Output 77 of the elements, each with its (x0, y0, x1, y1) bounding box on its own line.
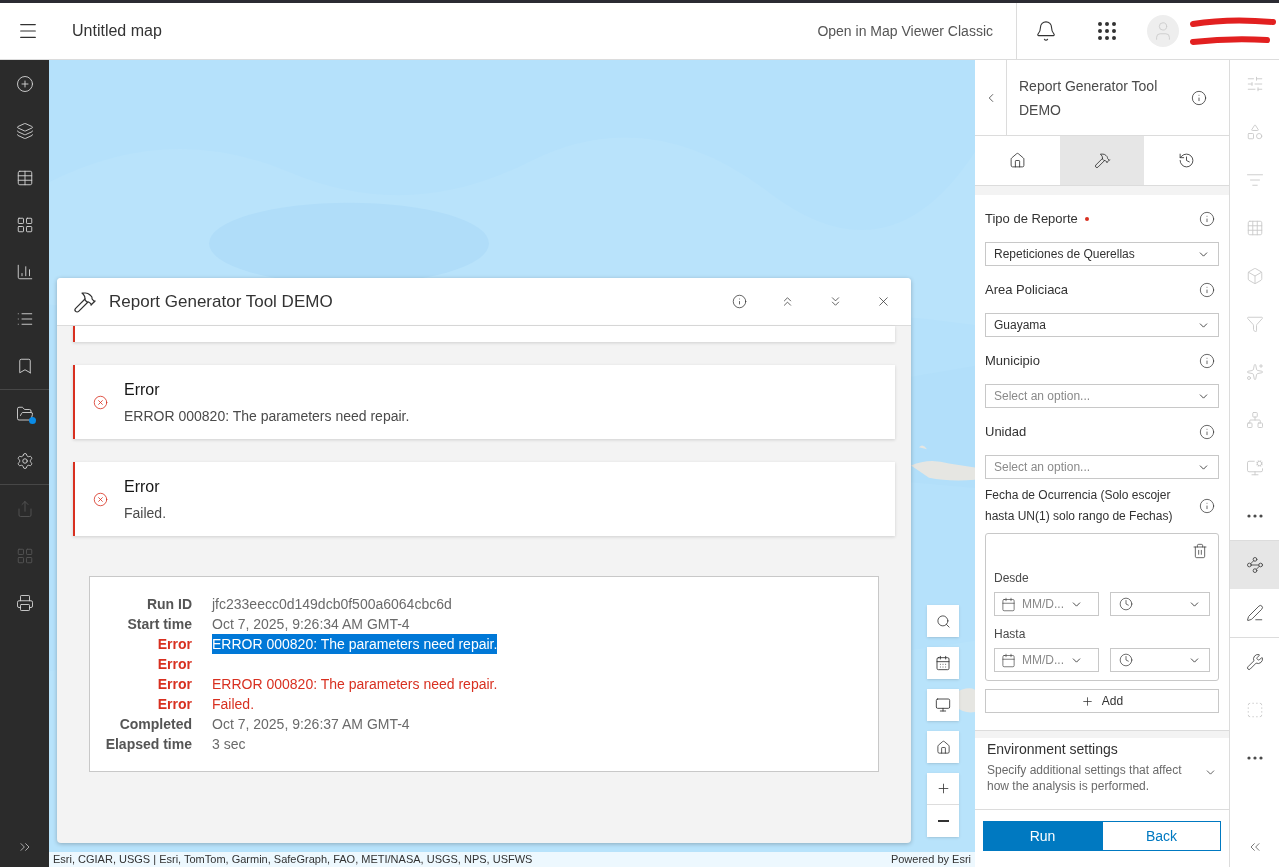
info-icon[interactable] (1199, 281, 1215, 298)
clock-icon (1118, 653, 1133, 667)
field-label: Unidad (985, 422, 1027, 441)
detail-label: Error (157, 675, 192, 694)
attribution-text: Esri, CGIAR, USGS | Esri, TomTom, Garmin, SafeGraph, FAO, METI/NASA, USGS, NPS, USFWS (53, 852, 533, 867)
detail-value: ERROR 000820: The parameters need repair. (212, 675, 498, 694)
date-field[interactable]: MM/D... (994, 648, 1099, 672)
hammer-icon (73, 289, 97, 314)
clock-icon (1118, 597, 1133, 611)
monitor-button[interactable] (927, 689, 959, 721)
search-icon (935, 613, 951, 629)
detail-label: Elapsed time (105, 735, 192, 754)
message-text: ERROR 000820: The parameters need repair. (124, 406, 410, 426)
map-title: Untitled map (72, 21, 162, 41)
date-field[interactable]: MM/D... (994, 592, 1099, 616)
apps-icon[interactable] (1095, 19, 1119, 43)
info-icon[interactable] (1199, 352, 1215, 369)
avatar[interactable] (1147, 15, 1179, 47)
select-field[interactable]: Select an option... (985, 384, 1219, 408)
calendar-icon (935, 655, 951, 671)
minus-icon (937, 820, 949, 822)
select-field[interactable]: Select an option... (985, 455, 1219, 479)
time-field[interactable] (1109, 648, 1210, 672)
detail-value: ERROR 000820: The parameters need repair. (212, 634, 498, 654)
error-icon (93, 394, 108, 410)
history-icon (1178, 152, 1196, 169)
time-field[interactable] (1109, 592, 1210, 616)
monitor-icon (935, 697, 951, 713)
detail-label: Completed (119, 715, 192, 734)
message-title: Error (124, 379, 161, 400)
environment-settings[interactable]: Environment settings Specify additional settings that affect how the analysis is performed. (975, 738, 1229, 810)
run-button[interactable]: Run (983, 821, 1102, 851)
field-label: Municipio (985, 351, 1040, 370)
toolbar-button[interactable] (1230, 541, 1279, 589)
detail-label: Error (157, 655, 192, 674)
info-icon[interactable] (1191, 90, 1207, 106)
powered-by-text: Powered by Esri (890, 852, 971, 867)
detail-value: Failed. (212, 695, 255, 714)
info-icon[interactable] (1199, 423, 1215, 440)
dialog-title: Report Generator Tool DEMO (109, 290, 333, 313)
home-button[interactable] (927, 731, 959, 763)
notifications-icon[interactable] (1035, 20, 1057, 42)
select-field[interactable]: Repeticiones de Querellas (985, 242, 1219, 266)
plus-icon (1080, 694, 1094, 708)
home-icon (935, 739, 951, 755)
message-text: Failed. (124, 503, 167, 523)
info-icon[interactable] (1199, 498, 1215, 514)
detail-value: 3 sec (212, 735, 246, 754)
detail-label: Start time (127, 615, 192, 634)
info-icon[interactable] (1199, 210, 1215, 227)
detail-value: Oct 7, 2025, 9:26:37 AM GMT-4 (212, 715, 410, 734)
date-label: Desde (994, 570, 1030, 587)
detail-label: Error (157, 635, 192, 654)
delete-icon[interactable] (1192, 543, 1208, 559)
back-button[interactable]: Back (1102, 821, 1221, 851)
detail-value: Oct 7, 2025, 9:26:34 AM GMT-4 (212, 615, 410, 634)
message-title: Error (124, 476, 161, 497)
hammer-icon (1093, 152, 1111, 169)
calendar-icon (1001, 652, 1016, 668)
field-label: Fecha de Ocurrencia (Solo escojer hasta UN(1) solo rango de Fechas) (985, 487, 1174, 525)
detail-label: Run ID (146, 595, 192, 614)
detail-value: jfc233eecc0d149dcb0f500a6064cbc6d (212, 595, 452, 614)
field-label: Area Policiaca (985, 280, 1069, 299)
home-icon (1008, 152, 1026, 169)
add-button[interactable]: Add (985, 689, 1219, 713)
classic-viewer-link[interactable]: Open in Map Viewer Classic (817, 20, 993, 42)
search-button[interactable] (927, 605, 959, 637)
detail-label: Error (157, 695, 192, 714)
info-icon (731, 294, 747, 309)
field-label: Tipo de Reporte (985, 209, 1078, 228)
select-field[interactable]: Guayama (985, 313, 1219, 337)
plus-icon (935, 781, 951, 796)
panel-title: Report Generator Tool DEMO (1019, 77, 1159, 120)
date-label: Hasta (994, 626, 1027, 643)
panel-tab[interactable] (1059, 136, 1145, 185)
error-icon (93, 491, 108, 507)
calendar-icon (1001, 596, 1016, 612)
